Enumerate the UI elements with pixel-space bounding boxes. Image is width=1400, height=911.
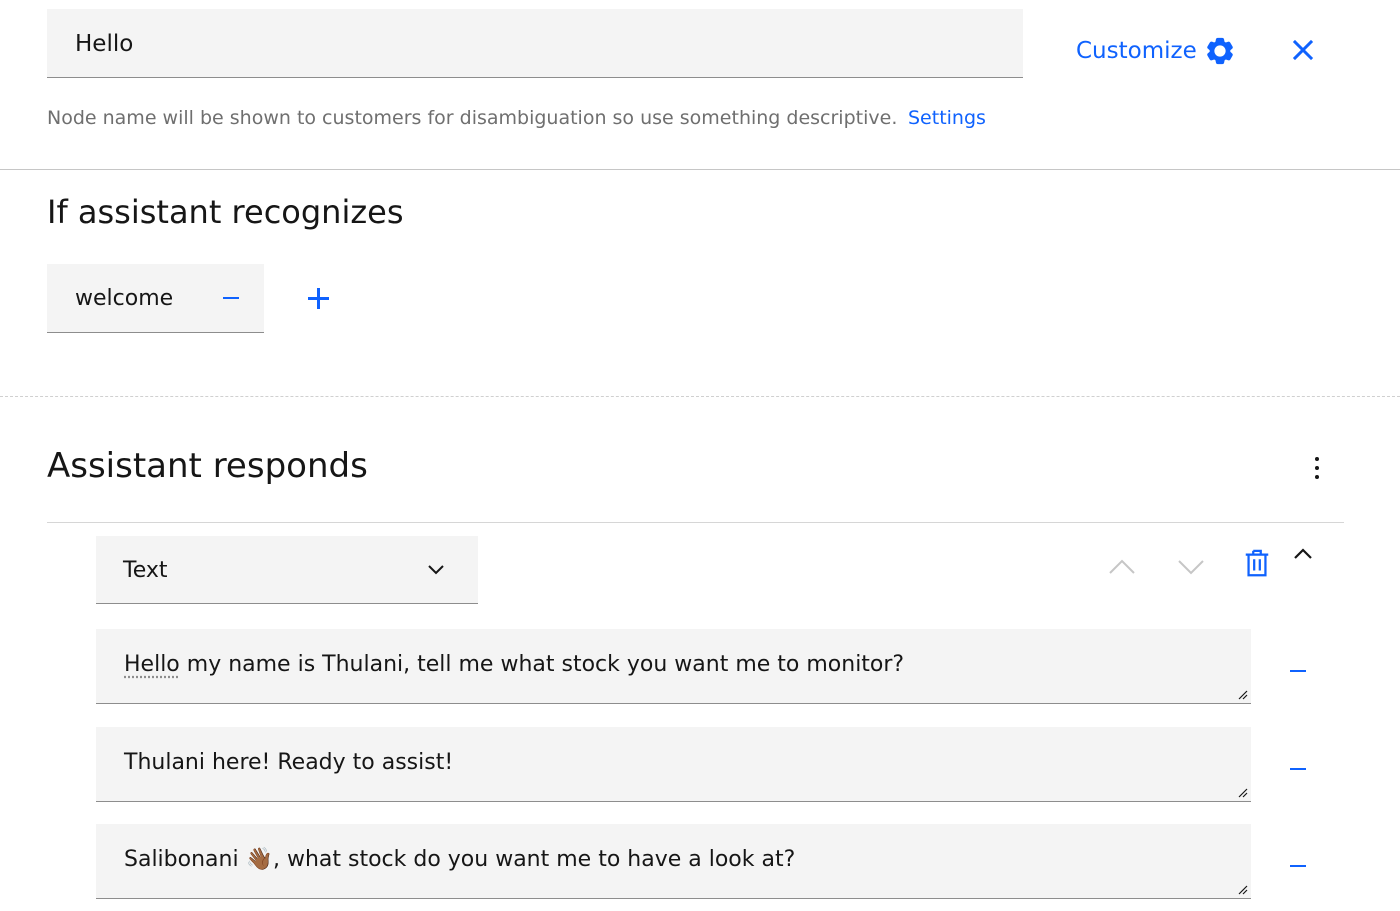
chevron-down-icon[interactable] xyxy=(1176,552,1206,582)
customize-label: Customize xyxy=(1076,38,1197,64)
resize-handle-icon[interactable] xyxy=(1236,786,1248,798)
response-variation-input[interactable]: Thulani here! Ready to assist! xyxy=(96,727,1251,802)
node-name-input[interactable]: Hello xyxy=(47,9,1023,78)
settings-link[interactable]: Settings xyxy=(908,107,986,129)
spellcheck-word: Hello xyxy=(124,652,180,677)
gear-icon xyxy=(1206,37,1233,65)
response-variation-input[interactable]: Hello my name is Thulani, tell me what s… xyxy=(96,629,1251,704)
minus-icon[interactable] xyxy=(1290,670,1306,672)
customize-button[interactable]: Customize xyxy=(1076,33,1235,69)
plus-icon[interactable] xyxy=(308,288,329,309)
response-variation-text: Thulani here! Ready to assist! xyxy=(124,750,454,775)
intent-condition-field[interactable]: welcome xyxy=(47,264,264,333)
response-variation-text: Hello my name is Thulani, tell me what s… xyxy=(124,652,904,677)
response-variation-input[interactable]: Salibonani 👋🏾, what stock do you want me… xyxy=(96,824,1251,899)
chevron-up-icon[interactable] xyxy=(1288,540,1318,570)
response-variation-text: Salibonani 👋🏾, what stock do you want me… xyxy=(124,847,796,872)
trash-icon[interactable] xyxy=(1242,548,1272,578)
minus-icon[interactable] xyxy=(223,297,239,299)
chevron-up-icon[interactable] xyxy=(1107,552,1137,582)
node-name-helper-text: Node name will be shown to customers for… xyxy=(47,107,898,129)
section-divider xyxy=(0,396,1400,397)
conditions-title: If assistant recognizes xyxy=(47,193,404,231)
minus-icon[interactable] xyxy=(1290,865,1306,867)
resize-handle-icon[interactable] xyxy=(1236,883,1248,895)
response-type-value: Text xyxy=(123,558,168,583)
responses-title: Assistant responds xyxy=(47,446,368,486)
overflow-menu-vertical-icon[interactable] xyxy=(1306,455,1328,481)
responses-divider xyxy=(47,522,1344,523)
minus-icon[interactable] xyxy=(1290,768,1306,770)
close-icon[interactable] xyxy=(1288,35,1318,65)
response-type-select[interactable]: Text xyxy=(96,536,478,604)
node-name-value: Hello xyxy=(75,31,134,57)
intent-label: welcome xyxy=(75,286,174,311)
resize-handle-icon[interactable] xyxy=(1236,688,1248,700)
section-divider xyxy=(0,169,1400,170)
chevron-down-icon xyxy=(428,565,444,575)
response-variation-rest: my name is Thulani, tell me what stock y… xyxy=(179,652,905,677)
